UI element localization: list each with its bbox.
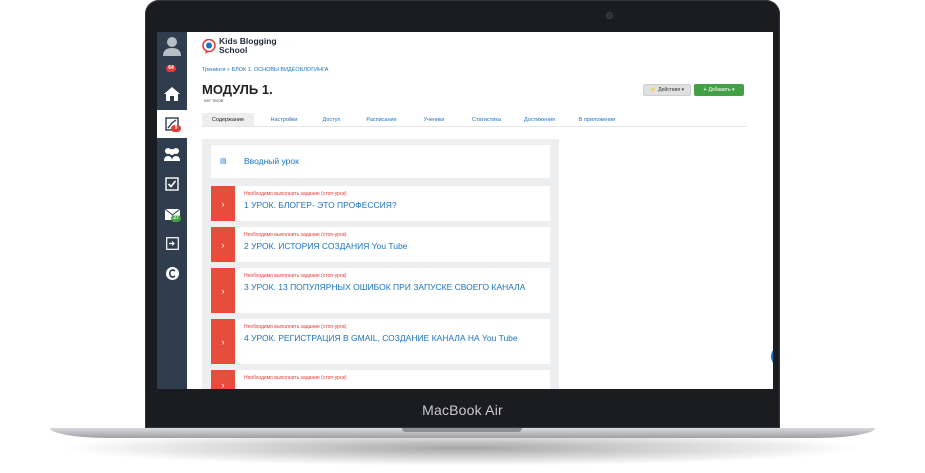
camera — [606, 12, 613, 19]
stop-lesson-label: Необходимо выполнить задание (стоп-урок) — [244, 375, 347, 381]
chevron-right-icon[interactable]: › — [211, 227, 235, 262]
plus-icon: + — [703, 87, 707, 93]
chevron-right-icon[interactable]: › — [211, 268, 235, 313]
stop-lesson-label: Необходимо выполнить задание (стоп-урок) — [244, 273, 347, 279]
tab-access[interactable]: Доступ — [314, 113, 349, 126]
tab-in-app[interactable]: В приложении — [572, 113, 622, 126]
tab-bar: Содержание Настройки Доступ Расписание У… — [202, 113, 747, 127]
sidebar-item-tasks[interactable] — [157, 170, 187, 198]
chat-button[interactable] — [771, 346, 773, 367]
tab-achievements[interactable]: Достижения — [517, 113, 562, 126]
user-icon — [163, 37, 181, 56]
tab-settings[interactable]: Настройки — [264, 113, 304, 126]
logo-text: Kids Blogging School — [219, 37, 277, 55]
sidebar-item-people[interactable] — [157, 140, 187, 168]
login-icon — [165, 236, 179, 250]
lesson-list: ▤ Вводный урок › Необходимо выполнить за… — [202, 139, 559, 389]
chevron-right-icon[interactable]: › — [211, 186, 235, 221]
lesson-item[interactable]: › Необходимо выполнить задание (стоп-уро… — [211, 319, 550, 364]
checkbox-icon — [165, 177, 179, 191]
messages-badge: 27 — [171, 215, 181, 222]
logo-line2: School — [219, 45, 248, 55]
lightning-icon: ⚡ — [649, 87, 657, 93]
main-content: Kids Blogging School Тренинги » БЛОК 1. … — [187, 32, 773, 389]
page-title: МОДУЛЬ 1. — [202, 82, 273, 97]
stop-lesson-label: Необходимо выполнить задание (стоп-урок) — [244, 324, 347, 330]
sidebar: 64 9 27 — [157, 32, 187, 389]
lesson-title[interactable]: Вводный урок — [244, 155, 534, 167]
profile-badge: 64 — [166, 65, 176, 72]
sidebar-item-messages[interactable] — [157, 200, 187, 228]
people-icon — [164, 148, 180, 161]
tab-schedule[interactable]: Расписание — [359, 113, 404, 126]
breadcrumb[interactable]: Тренинги » БЛОК 1. ОСНОВЫ ВИДЕОБЛОГИНГА — [202, 67, 328, 73]
dashboard-badge: 9 — [171, 125, 181, 132]
screen: 64 9 27 Kids Blogging School Тренинги » … — [157, 32, 773, 389]
lesson-title[interactable]: 2 УРОК. ИСТОРИЯ СОЗДАНИЯ You Tube — [244, 240, 534, 252]
actions-label: Действия ▾ — [658, 87, 685, 93]
tab-students[interactable]: Ученики — [414, 113, 454, 126]
add-label: Добавить ▾ — [708, 87, 735, 93]
tab-content[interactable]: Содержание — [202, 113, 254, 126]
sidebar-item-support[interactable] — [157, 259, 187, 287]
lesson-item[interactable]: › Необходимо выполнить задание (стоп-уро… — [211, 186, 550, 221]
stop-lesson-label: Необходимо выполнить задание (стоп-урок) — [244, 191, 347, 197]
lesson-intro[interactable]: ▤ Вводный урок — [211, 145, 550, 178]
logo-icon — [202, 38, 216, 54]
sidebar-item-profile[interactable] — [157, 32, 187, 60]
lesson-title[interactable]: 1 УРОК. БЛОГЕР- ЭТО ПРОФЕССИЯ? — [244, 199, 534, 211]
logo[interactable]: Kids Blogging School — [202, 37, 277, 55]
chevron-right-icon[interactable]: › — [211, 319, 235, 364]
support-icon — [165, 266, 179, 280]
tags-text: нет тегов — [204, 98, 224, 103]
lesson-item[interactable]: › Необходимо выполнить задание (стоп-уро… — [211, 227, 550, 262]
sidebar-item-home[interactable] — [157, 80, 187, 108]
add-button[interactable]: + Добавить ▾ — [694, 84, 744, 96]
stop-lesson-label: Необходимо выполнить задание (стоп-урок) — [244, 232, 347, 238]
home-icon — [164, 87, 180, 101]
chevron-right-icon[interactable]: › — [211, 370, 235, 389]
device-label: MacBook Air — [422, 402, 503, 418]
lesson-title[interactable]: 4 УРОК. РЕГИСТРАЦИЯ В GMAIL, СОЗДАНИЕ КА… — [244, 332, 534, 344]
tab-statistics[interactable]: Статистика — [464, 113, 509, 126]
sidebar-item-login[interactable] — [157, 229, 187, 257]
sidebar-item-dashboard[interactable] — [157, 110, 187, 138]
lesson-item[interactable]: › Необходимо выполнить задание (стоп-уро… — [211, 370, 550, 389]
laptop-notch — [402, 428, 522, 432]
lesson-title[interactable]: 3 УРОК. 13 ПОПУЛЯРНЫХ ОШИБОК ПРИ ЗАПУСКЕ… — [244, 281, 534, 293]
lesson-item[interactable]: › Необходимо выполнить задание (стоп-уро… — [211, 268, 550, 313]
actions-button[interactable]: ⚡ Действия ▾ — [643, 84, 691, 96]
video-icon: ▤ — [220, 158, 227, 165]
